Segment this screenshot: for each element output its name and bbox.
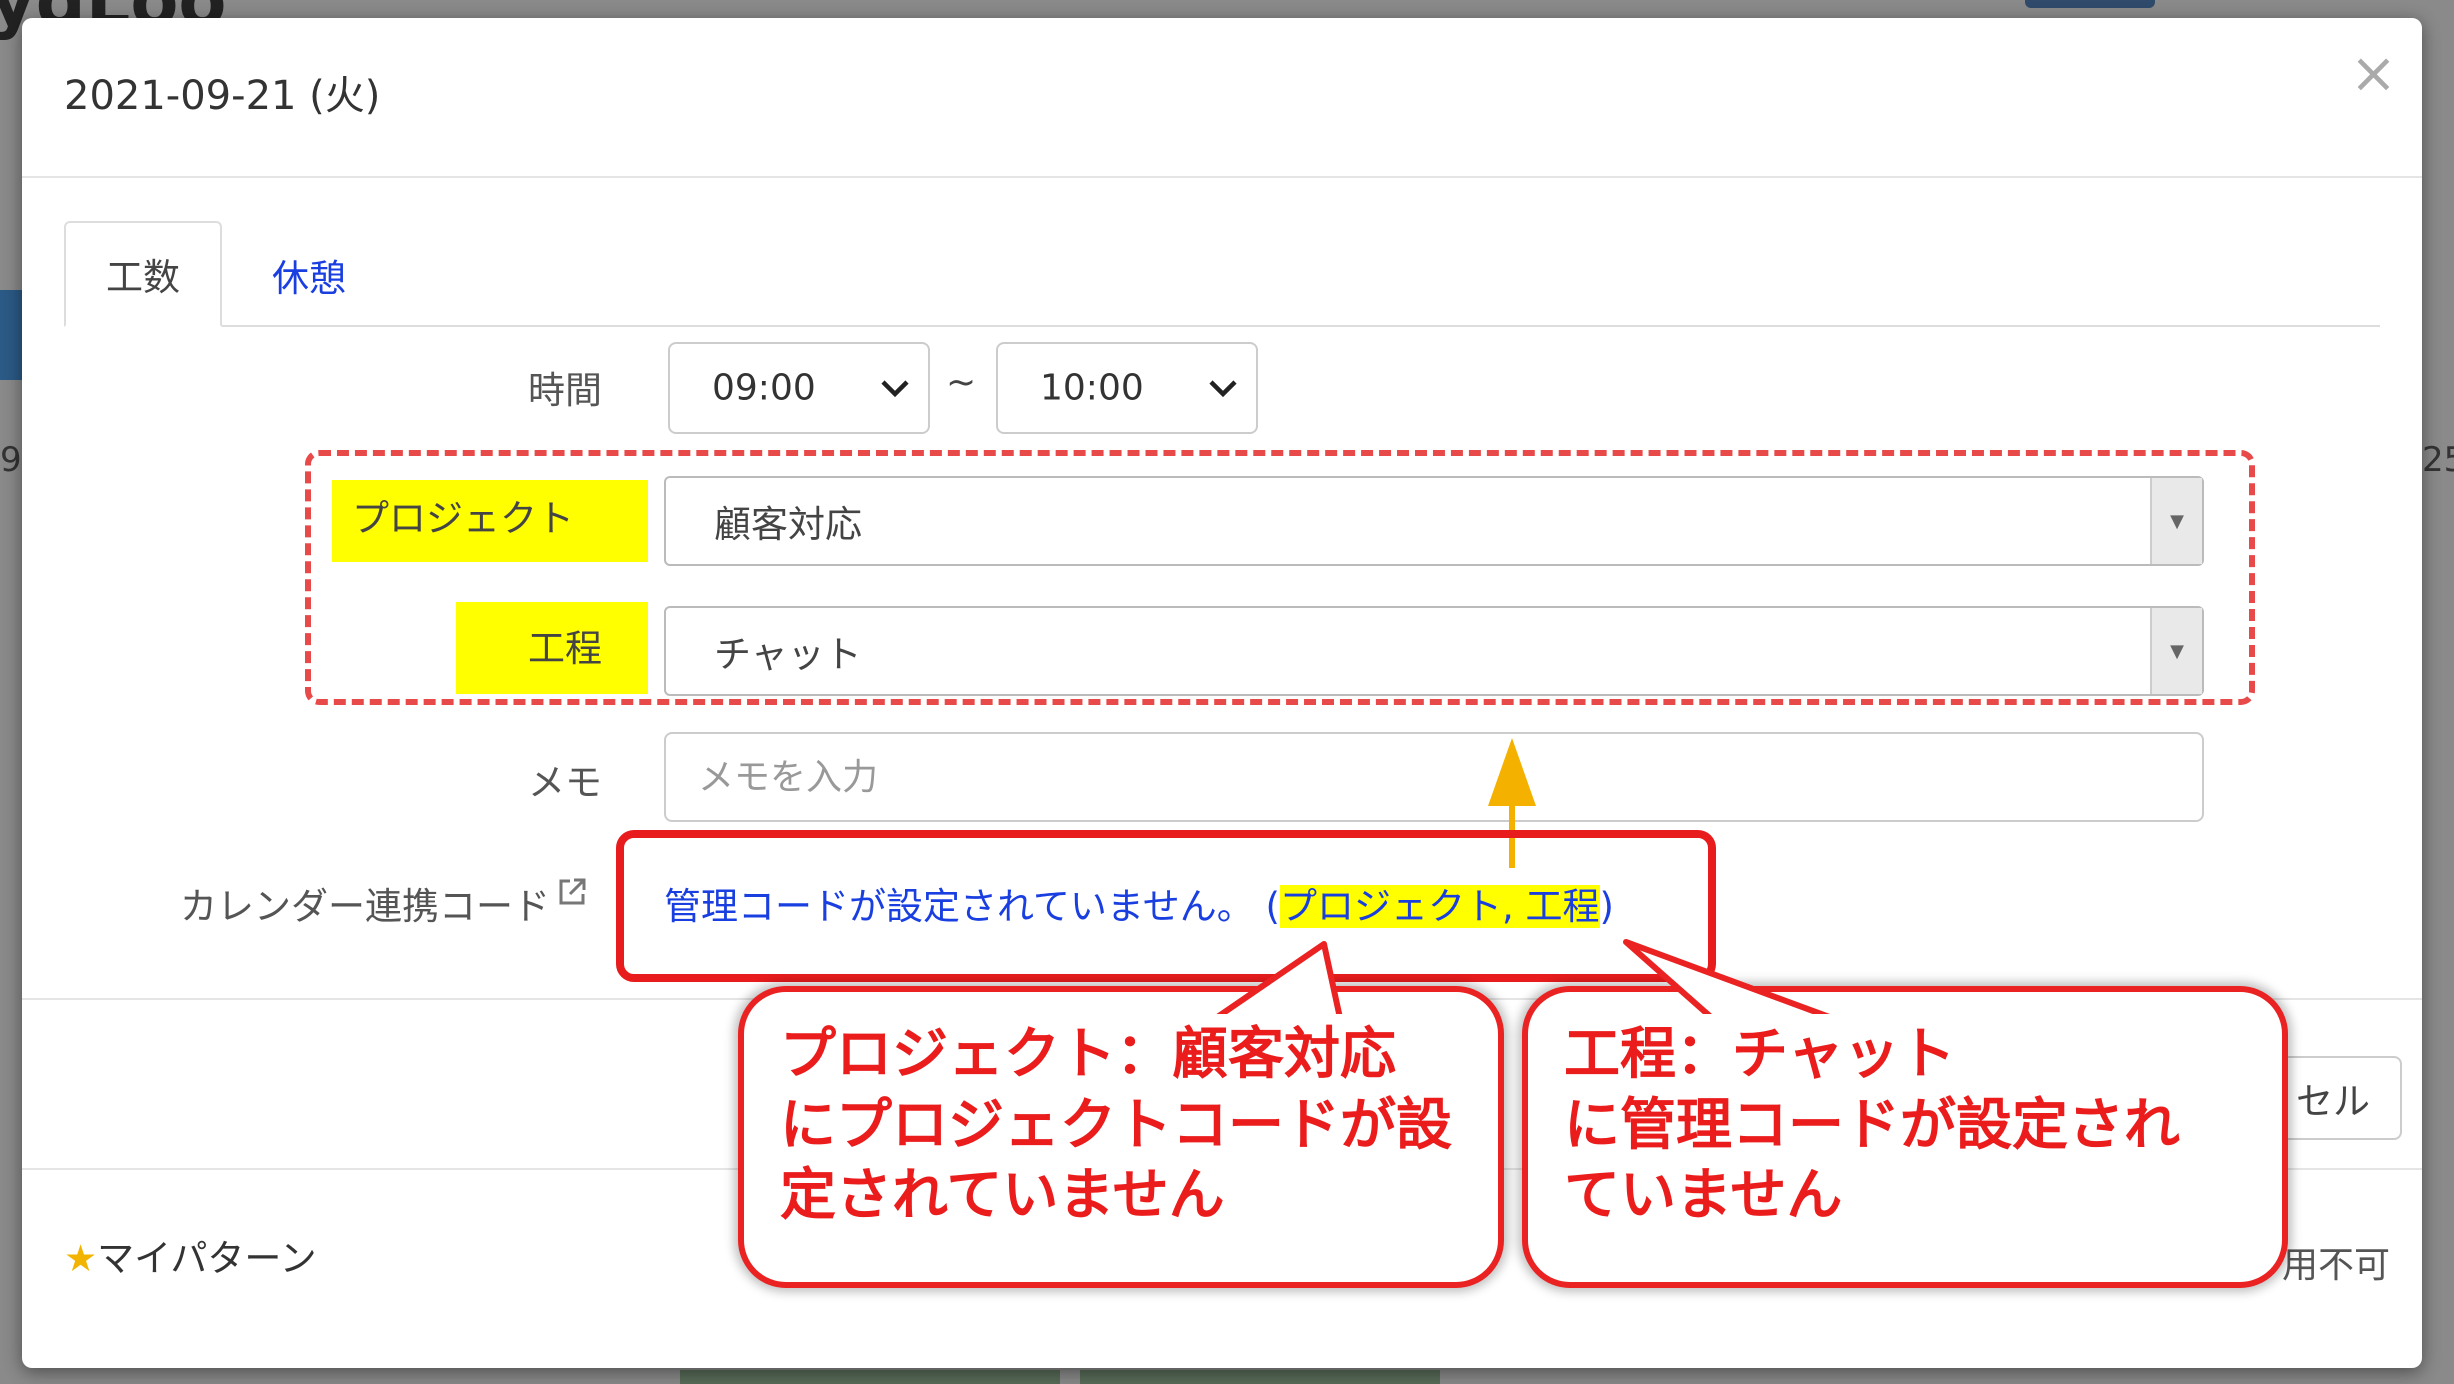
close-icon[interactable]: × <box>2350 46 2397 102</box>
annotation-dashed-highlight <box>305 450 2255 705</box>
bubble-line: に管理コードが設定され <box>1564 1092 2180 1158</box>
background-day-number: 9 <box>0 440 22 480</box>
work-entry-dialog: 2021-09-21 (火) × 工数 休憩 時間 09:00 ~ 10:00 … <box>22 18 2422 1368</box>
my-pattern-label: マイパターン <box>97 1237 317 1280</box>
time-separator: ~ <box>946 362 977 403</box>
bubble-tail-right <box>1622 939 1842 1020</box>
tabs-baseline <box>64 325 2380 327</box>
star-icon: ★ <box>64 1237 98 1280</box>
background-button <box>2025 0 2155 8</box>
dialog-title: 2021-09-21 (火) <box>64 73 381 119</box>
annotation-red-box <box>616 830 1716 982</box>
time-label: 時間 <box>528 369 602 412</box>
start-time-value: 09:00 <box>712 367 816 409</box>
memo-input[interactable] <box>664 732 2204 822</box>
bubble-line: 定されていません <box>780 1163 1225 1229</box>
calendar-code-label: カレンダー連携コード <box>180 885 550 928</box>
unavailable-label: 用不可 <box>2282 1245 2391 1286</box>
background-day-number: 25 <box>2422 440 2454 480</box>
bubble-line: にプロジェクトコードが設 <box>780 1092 1452 1158</box>
memo-label: メモ <box>528 761 602 804</box>
chevron-down-icon <box>881 380 909 398</box>
bubble-line: プロジェクト：顧客対応 <box>780 1022 1396 1087</box>
bubble-tail-left <box>1212 941 1352 1020</box>
end-time-select[interactable]: 10:00 <box>996 342 1258 434</box>
start-time-select[interactable]: 09:00 <box>668 342 930 434</box>
chevron-down-icon <box>1209 380 1237 398</box>
end-time-value: 10:00 <box>1040 367 1144 409</box>
cancel-button-label: セル <box>2296 1080 2370 1123</box>
my-pattern-heading: ★マイパターン <box>64 1228 317 1282</box>
background-bar <box>680 1370 1060 1384</box>
bubble-line: 工程：チャット <box>1564 1022 1956 1087</box>
external-link-icon[interactable] <box>556 876 588 908</box>
tab-man-hours[interactable]: 工数 <box>64 221 222 327</box>
annotation-bubble-project: プロジェクト：顧客対応 にプロジェクトコードが設 定されていません <box>738 986 1504 1288</box>
annotation-arrow-head <box>1488 738 1536 806</box>
background-sidebar-marker <box>0 290 22 380</box>
tab-break[interactable]: 休憩 <box>272 248 346 302</box>
background-bar <box>1080 1370 1440 1384</box>
annotation-bubble-process: 工程：チャット に管理コードが設定され ていません <box>1522 986 2288 1288</box>
bubble-line: ていません <box>1564 1163 1843 1229</box>
tab-label: 工数 <box>106 256 180 299</box>
header-divider <box>22 176 2422 178</box>
